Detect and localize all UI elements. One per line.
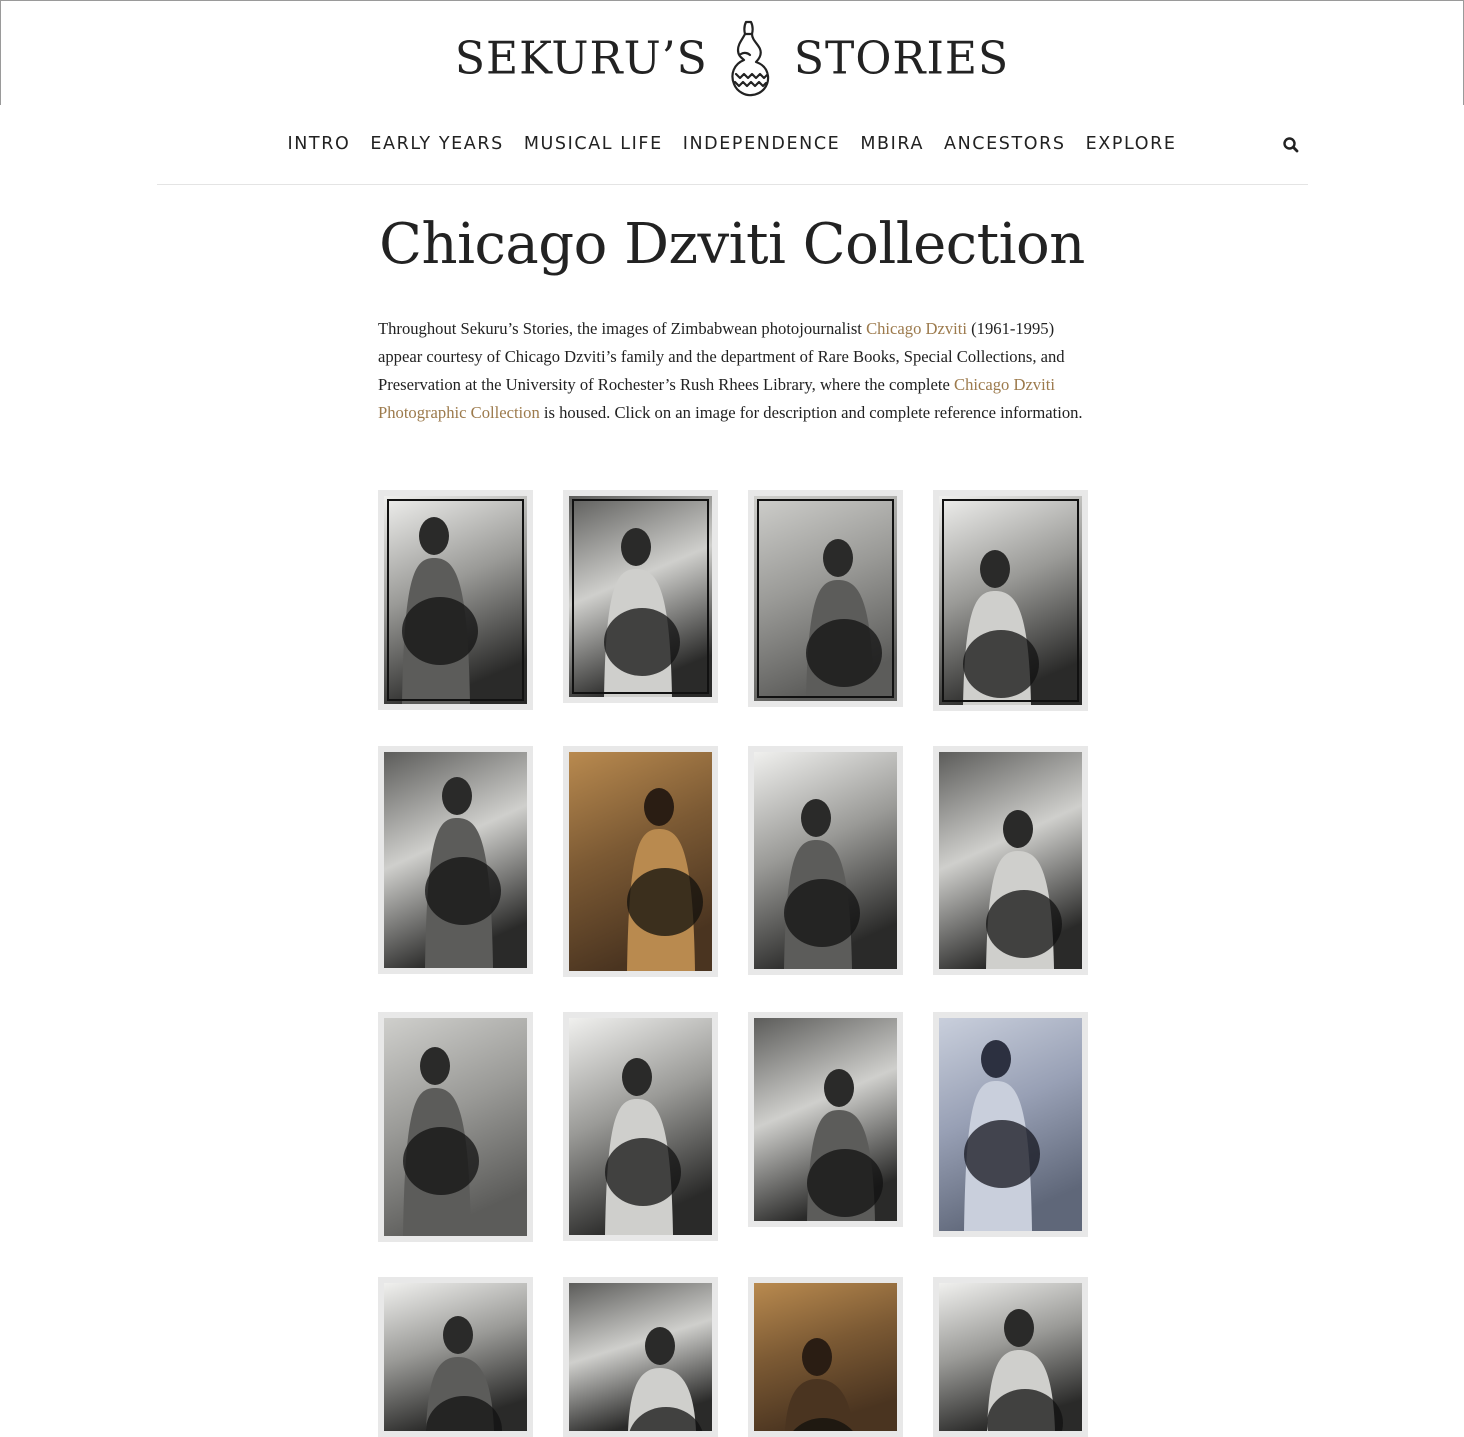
gallery-thumbnail[interactable] [933,490,1088,711]
photo-image [754,752,897,969]
gallery-thumbnail[interactable] [748,1277,903,1437]
gallery-thumbnail[interactable] [378,490,533,710]
gallery-thumbnail[interactable] [748,1012,903,1227]
photo-image [569,752,712,971]
photo-image [939,496,1082,705]
photo-image [569,1018,712,1235]
gallery-thumbnail[interactable] [748,490,903,707]
intro-paragraph: Throughout Sekuru’s Stories, the images … [378,315,1090,427]
nav-item-independence[interactable]: INDEPENDENCE [673,130,851,158]
gallery-thumbnail[interactable] [563,490,718,703]
header-divider [157,184,1308,185]
photo-image [384,496,527,704]
nav-item-mbira[interactable]: MBIRA [850,130,934,158]
chicago-dzviti-link[interactable]: Chicago Dzviti [866,319,967,338]
site-logo[interactable]: SEKURU’S STORIES [0,18,1464,98]
nav-item-explore[interactable]: EXPLORE [1076,130,1187,158]
intro-text-1: Throughout Sekuru’s Stories, the images … [378,319,867,338]
gallery-thumbnail[interactable] [748,746,903,975]
gallery-thumbnail[interactable] [563,1012,718,1241]
photo-image [384,1018,527,1236]
gallery-thumbnail[interactable] [378,1277,533,1437]
logo-text-right: STORIES [793,31,1010,85]
nav-item-musical-life[interactable]: MUSICAL LIFE [514,130,673,158]
gallery-thumbnail[interactable] [563,746,718,977]
gourd-pot-logo-icon [731,20,769,97]
photo-image [754,1018,897,1221]
gallery-thumbnail[interactable] [563,1277,718,1437]
intro-text-3: is housed. Click on an image for descrip… [539,403,1083,422]
search-icon [1283,137,1299,153]
search-button[interactable] [1281,135,1301,155]
photo-image [939,1018,1082,1231]
site-header: SEKURU’S STORIES INTRO EARLY YEARS MUSIC… [0,0,1464,185]
page-title: Chicago Dzviti Collection [379,212,1085,277]
nav-item-ancestors[interactable]: ANCESTORS [934,130,1076,158]
photo-image [569,496,712,697]
photo-image [754,496,897,701]
gallery-thumbnail[interactable] [378,1012,533,1242]
gallery-thumbnail[interactable] [378,746,533,974]
photo-image [939,752,1082,969]
photo-image [939,1283,1082,1431]
photo-image [754,1283,897,1431]
photo-image [569,1283,712,1431]
photo-image [384,1283,527,1431]
gallery-thumbnail[interactable] [933,1012,1088,1237]
photo-image [384,752,527,968]
gallery-thumbnail[interactable] [933,1277,1088,1437]
gallery-thumbnail[interactable] [933,746,1088,975]
nav-item-early-years[interactable]: EARLY YEARS [360,130,513,158]
main-navigation: INTRO EARLY YEARS MUSICAL LIFE INDEPENDE… [0,130,1464,158]
nav-item-intro[interactable]: INTRO [277,130,360,158]
logo-text-left: SEKURU’S [454,31,708,85]
